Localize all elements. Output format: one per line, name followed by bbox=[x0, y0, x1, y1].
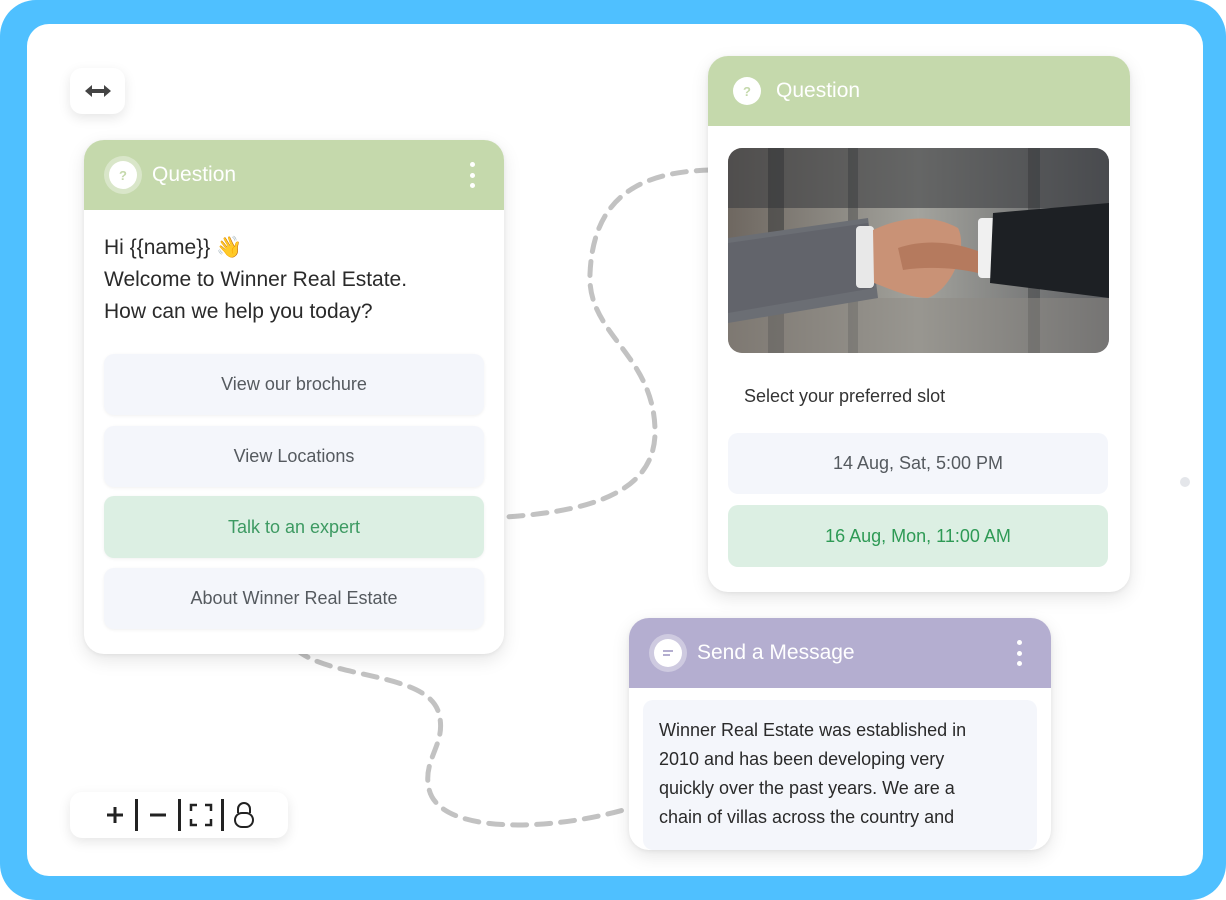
option-view-brochure[interactable]: View our brochure bbox=[104, 354, 484, 415]
connector-about-to-message bbox=[282, 626, 630, 828]
canvas-dot bbox=[1180, 477, 1190, 487]
more-options-icon[interactable] bbox=[460, 160, 484, 190]
lock-button[interactable] bbox=[224, 795, 264, 835]
outer-frame: ? Question Hi {{name}} 👋 Welcome to Winn… bbox=[0, 0, 1226, 900]
zoom-in-button[interactable] bbox=[95, 795, 135, 835]
greeting-line: How can we help you today? bbox=[104, 300, 373, 323]
question-card-options[interactable]: ? Question Hi {{name}} 👋 Welcome to Winn… bbox=[84, 140, 504, 654]
slot-option[interactable]: 14 Aug, Sat, 5:00 PM bbox=[728, 433, 1108, 494]
greeting-line: Welcome to Winner Real Estate. bbox=[104, 268, 408, 291]
greeting-line: Hi {{name}} 👋 bbox=[104, 236, 243, 259]
message-body: Winner Real Estate was established in 20… bbox=[643, 700, 1037, 850]
minus-icon bbox=[149, 813, 166, 817]
slot-option-selected[interactable]: 16 Aug, Mon, 11:00 AM bbox=[728, 505, 1108, 567]
send-message-card[interactable]: Send a Message Winner Real Estate was es… bbox=[629, 618, 1051, 850]
handshake-photo bbox=[728, 148, 1109, 353]
card-title: Question bbox=[152, 163, 237, 186]
lock-icon bbox=[233, 802, 254, 828]
card-title: Question bbox=[776, 79, 861, 102]
option-view-locations[interactable]: View Locations bbox=[104, 426, 484, 487]
more-options-icon[interactable] bbox=[1007, 638, 1031, 668]
fit-screen-icon bbox=[189, 803, 212, 827]
connector-expert-to-question bbox=[482, 167, 713, 521]
option-about[interactable]: About Winner Real Estate bbox=[104, 568, 484, 629]
question-icon: ? bbox=[104, 156, 142, 194]
card-title: Send a Message bbox=[697, 641, 855, 664]
option-talk-to-expert[interactable]: Talk to an expert bbox=[104, 496, 484, 558]
card-header: ? Question bbox=[708, 56, 1130, 126]
zoom-toolbar bbox=[70, 792, 288, 838]
card-header: Send a Message bbox=[629, 618, 1051, 688]
svg-text:?: ? bbox=[743, 84, 751, 99]
message-line: Winner Real Estate was established in bbox=[659, 720, 967, 740]
zoom-out-button[interactable] bbox=[138, 795, 178, 835]
greeting-text: Hi {{name}} 👋 Welcome to Winner Real Est… bbox=[84, 210, 504, 338]
message-line: chain of villas across the country and bbox=[659, 807, 955, 827]
question-icon: ? bbox=[728, 72, 766, 110]
svg-text:?: ? bbox=[119, 168, 127, 183]
flow-canvas[interactable]: ? Question Hi {{name}} 👋 Welcome to Winn… bbox=[27, 24, 1203, 876]
message-line: 2010 and has been developing very bbox=[659, 749, 945, 769]
arrows-horizontal-icon bbox=[84, 85, 111, 97]
slot-prompt: Select your preferred slot bbox=[744, 386, 946, 406]
message-line: quickly over the past years. We are a bbox=[659, 778, 955, 798]
fit-screen-button[interactable] bbox=[181, 795, 221, 835]
question-card-slots[interactable]: ? Question Select your preferred slot 14… bbox=[708, 56, 1130, 592]
message-icon bbox=[649, 634, 687, 672]
expand-button[interactable] bbox=[70, 68, 125, 114]
card-header: ? Question bbox=[84, 140, 504, 210]
plus-icon bbox=[106, 807, 123, 823]
